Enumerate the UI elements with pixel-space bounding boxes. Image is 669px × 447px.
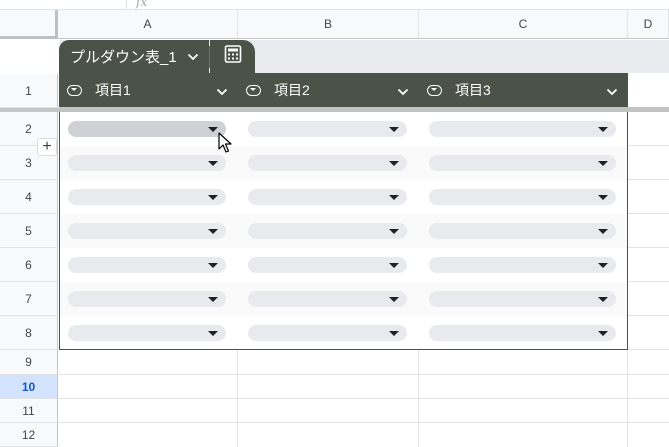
dropdown-arrow-icon: [208, 127, 218, 132]
grid-line: [58, 398, 669, 399]
dropdown-chip[interactable]: [68, 223, 226, 239]
dropdown-chip[interactable]: [248, 223, 407, 239]
grid-line: [628, 145, 669, 146]
dropdown-arrow-icon: [598, 195, 608, 200]
select-all-corner[interactable]: [0, 10, 58, 39]
dropdown-arrow-icon: [389, 161, 399, 166]
dropdown-chip-icon: [427, 84, 442, 96]
formula-bar-divider: [126, 0, 127, 9]
dropdown-chip[interactable]: [68, 155, 226, 171]
dropdown-chip[interactable]: [68, 325, 226, 341]
table-column-header-1[interactable]: 項目1: [59, 73, 238, 107]
row-header-12[interactable]: 12: [0, 423, 58, 447]
grid-line: [628, 281, 669, 282]
dropdown-chip[interactable]: [429, 121, 616, 137]
dropdown-chip[interactable]: [248, 257, 407, 273]
dropdown-chip[interactable]: [429, 325, 616, 341]
table-column-label: 項目2: [274, 82, 310, 98]
row-header-8[interactable]: 8: [0, 316, 58, 350]
table-name: プルダウン表_1: [70, 49, 177, 66]
dropdown-chip[interactable]: [68, 257, 226, 273]
dropdown-chip[interactable]: [429, 257, 616, 273]
dropdown-arrow-icon: [598, 127, 608, 132]
table-column-header-3[interactable]: 項目3: [419, 73, 628, 107]
table-column-label: 項目3: [455, 82, 491, 98]
dropdown-arrow-icon: [208, 195, 218, 200]
dropdown-chip[interactable]: [68, 291, 226, 307]
dropdown-arrow-icon: [598, 229, 608, 234]
column-header-d[interactable]: D: [628, 10, 669, 39]
mouse-cursor-icon: [218, 132, 232, 159]
chevron-down-icon[interactable]: [216, 83, 228, 99]
calculator-icon: [224, 45, 242, 68]
grid-line: [58, 374, 669, 375]
dropdown-chip[interactable]: [429, 189, 616, 205]
dropdown-chip[interactable]: [248, 121, 407, 137]
row-header-4[interactable]: 4: [0, 180, 58, 214]
grid-line: [628, 179, 669, 180]
chevron-down-icon[interactable]: [187, 48, 199, 65]
dropdown-arrow-icon: [208, 297, 218, 302]
dropdown-arrow-icon: [208, 161, 218, 166]
dropdown-chip[interactable]: [68, 121, 226, 137]
dropdown-chip[interactable]: [429, 155, 616, 171]
dropdown-arrow-icon: [598, 297, 608, 302]
dropdown-chip-icon: [246, 84, 261, 96]
grid-line: [628, 213, 669, 214]
row-header-5[interactable]: 5: [0, 214, 58, 248]
dropdown-arrow-icon: [208, 331, 218, 336]
column-header-a[interactable]: A: [58, 10, 238, 39]
dropdown-arrow-icon: [598, 331, 608, 336]
grid-line: [628, 315, 669, 316]
dropdown-arrow-icon: [389, 263, 399, 268]
dropdown-chip[interactable]: [68, 189, 226, 205]
column-header-b[interactable]: B: [238, 10, 419, 39]
row-header-11[interactable]: 11: [0, 399, 58, 423]
dropdown-chip[interactable]: [248, 291, 407, 307]
grid-line: [628, 349, 669, 350]
column-header-c[interactable]: C: [419, 10, 628, 39]
dropdown-chip[interactable]: [429, 291, 616, 307]
row-header-9[interactable]: 9: [0, 350, 58, 375]
chevron-down-icon[interactable]: [397, 83, 409, 99]
table-name-tab[interactable]: プルダウン表_1: [59, 40, 209, 73]
row-header-10[interactable]: 10: [0, 375, 58, 399]
dropdown-arrow-icon: [389, 297, 399, 302]
dropdown-arrow-icon: [208, 263, 218, 268]
dropdown-arrow-icon: [389, 331, 399, 336]
table-header-gap: [628, 73, 669, 107]
grid-line: [58, 422, 669, 423]
formula-bar: [0, 0, 669, 10]
fx-icon: fx: [136, 0, 148, 9]
dropdown-arrow-icon: [389, 127, 399, 132]
table-column-header-2[interactable]: 項目2: [238, 73, 419, 107]
dropdown-arrow-icon: [389, 195, 399, 200]
row-header-1[interactable]: 1: [0, 74, 58, 108]
chevron-down-icon[interactable]: [606, 83, 618, 99]
add-row-button[interactable]: +: [37, 138, 57, 156]
dropdown-arrow-icon: [598, 263, 608, 268]
dropdown-arrow-icon: [598, 161, 608, 166]
dropdown-chip[interactable]: [248, 155, 407, 171]
dropdown-chip[interactable]: [248, 189, 407, 205]
dropdown-chip-icon: [67, 84, 82, 96]
dropdown-arrow-icon: [208, 229, 218, 234]
row-header-6[interactable]: 6: [0, 248, 58, 282]
table-column-label: 項目1: [95, 82, 131, 98]
dropdown-arrow-icon: [389, 229, 399, 234]
dropdown-chip[interactable]: [429, 223, 616, 239]
table-calculator-button[interactable]: [210, 40, 255, 73]
grid-line: [628, 247, 669, 248]
dropdown-chip[interactable]: [248, 325, 407, 341]
row-header-7[interactable]: 7: [0, 282, 58, 316]
